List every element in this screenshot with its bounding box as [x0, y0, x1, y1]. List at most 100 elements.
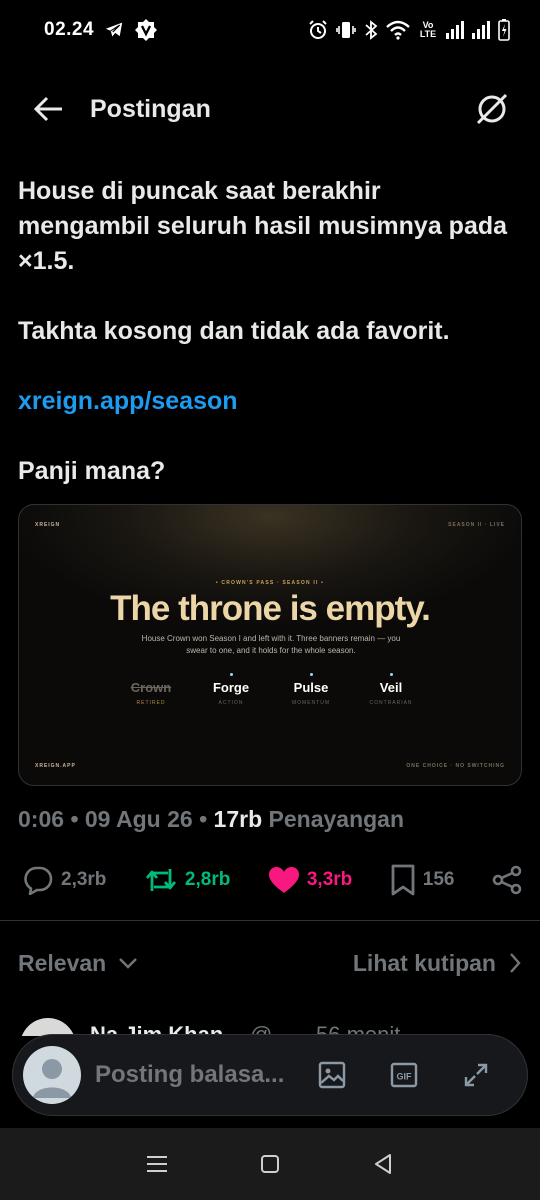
banner-crown: Crown RETIRED — [115, 673, 187, 723]
post-line-2: Takhta kosong dan tidak ada favorit. — [18, 317, 450, 345]
quotes-label: Lihat kutipan — [352, 949, 496, 976]
avatar — [23, 1046, 81, 1104]
signal-icon — [446, 21, 464, 39]
grok-icon — [475, 92, 509, 126]
views-count[interactable]: 17rb — [214, 806, 263, 832]
chevron-down-icon — [118, 956, 138, 970]
like-button[interactable]: 3,3rb — [268, 866, 352, 894]
media-footnote: ONE CHOICE · NO SWITCHING — [406, 763, 505, 769]
post-text: House di puncak saat berakhir mengambil … — [18, 174, 518, 524]
alarm-icon — [308, 20, 328, 40]
signal-icon — [472, 21, 490, 39]
repost-icon — [144, 865, 178, 895]
back-arrow-icon — [34, 96, 64, 122]
lte-bottom: LTE — [419, 29, 437, 39]
status-right: Vo LTE — [308, 19, 510, 41]
home-icon — [260, 1154, 280, 1174]
sort-label: Relevan — [18, 949, 107, 976]
lte-label: Vo LTE — [418, 21, 438, 39]
status-time: 02.24 — [44, 19, 95, 40]
like-count: 3,3rb — [306, 869, 353, 890]
bookmark-count: 156 — [422, 869, 455, 890]
view-quotes-button[interactable]: Lihat kutipan — [353, 950, 522, 977]
reply-count: 2,3rb — [61, 869, 107, 890]
post-date: 09 Agu 26 — [84, 806, 193, 832]
sort-relevance-button[interactable]: Relevan — [18, 950, 138, 977]
post-link[interactable]: xreign.app/season — [18, 384, 518, 419]
media-subtext: House Crown won Season I and left with i… — [141, 634, 401, 655]
header: Postingan — [0, 70, 540, 148]
bookmark-icon — [390, 864, 416, 896]
media-topbar: XREIGN SEASON II · LIVE — [19, 505, 521, 545]
svg-text:GIF: GIF — [397, 1072, 413, 1082]
divider — [0, 920, 540, 921]
reply-input[interactable]: Posting balasa... — [95, 1061, 311, 1089]
banner-list: Crown RETIRED Forge ACTION Pulse MOMENTU… — [115, 673, 427, 723]
vpn-icon — [134, 18, 158, 42]
expand-icon — [462, 1061, 490, 1089]
banner-pulse: Pulse MOMENTUM — [275, 673, 347, 723]
post-line-3: Panji mana? — [18, 457, 166, 485]
status-left: 02.24 — [44, 18, 158, 42]
bluetooth-icon — [364, 20, 378, 40]
reply-button[interactable]: 2,3rb — [22, 865, 106, 895]
post-line-1: House di puncak saat berakhir mengambil … — [18, 177, 508, 275]
banner-veil: Veil CONTRARIAN — [355, 673, 427, 723]
reply-composer[interactable]: Posting balasa... GIF — [12, 1034, 528, 1116]
back-nav-button[interactable] — [362, 1143, 404, 1185]
image-icon — [318, 1061, 346, 1089]
meta-separator: • — [199, 806, 214, 832]
share-icon — [492, 865, 522, 895]
media-kicker: • CROWN'S PASS · SEASON II • — [215, 580, 325, 586]
recents-button[interactable] — [136, 1143, 178, 1185]
home-button[interactable] — [249, 1143, 291, 1185]
banner-desc: RETIRED — [136, 700, 166, 706]
media-url: XREIGN.APP — [35, 763, 76, 769]
sort-row: Relevan Lihat kutipan — [18, 942, 522, 984]
vibrate-icon — [336, 20, 356, 40]
repost-button[interactable]: 2,8rb — [144, 865, 230, 895]
media-season-label: SEASON II · LIVE — [448, 522, 505, 528]
add-image-button[interactable] — [311, 1054, 353, 1096]
back-nav-icon — [373, 1153, 393, 1175]
post-time: 0:06 — [18, 806, 65, 832]
banner-dot — [389, 673, 393, 676]
action-bar: 2,3rb 2,8rb 3,3rb 156 — [22, 858, 522, 902]
banner-forge: Forge ACTION — [195, 673, 267, 723]
banner-dot — [150, 673, 153, 676]
page-title: Postingan — [90, 94, 211, 123]
composer-icons: GIF — [311, 1054, 497, 1096]
media-headline: The throne is empty. — [110, 589, 431, 628]
post-meta: 0:06 • 09 Agu 26 • 17rb Penayangan — [18, 806, 404, 833]
bookmark-button[interactable]: 156 — [390, 864, 455, 896]
banner-desc: CONTRARIAN — [369, 700, 413, 706]
views-label[interactable]: Penayangan — [269, 806, 405, 832]
share-button[interactable] — [492, 865, 522, 895]
media-brand: XREIGN — [35, 522, 61, 528]
back-button[interactable] — [30, 90, 68, 128]
recents-icon — [146, 1155, 168, 1173]
grok-button[interactable] — [472, 89, 512, 129]
repost-count: 2,8rb — [184, 869, 231, 890]
banner-name: Crown — [130, 680, 172, 695]
gif-icon: GIF — [390, 1061, 418, 1089]
telegram-icon — [104, 21, 124, 39]
media-card[interactable]: XREIGN SEASON II · LIVE • CROWN'S PASS ·… — [18, 504, 522, 786]
chevron-right-icon — [508, 952, 522, 974]
banner-dot — [229, 673, 233, 676]
expand-composer-button[interactable] — [455, 1054, 497, 1096]
status-bar: 02.24 Vo LTE — [0, 0, 540, 60]
heart-icon — [268, 866, 300, 894]
add-gif-button[interactable]: GIF — [383, 1054, 425, 1096]
banner-name: Veil — [379, 680, 403, 695]
meta-separator: • — [70, 806, 85, 832]
wifi-icon — [386, 20, 410, 40]
reply-preview[interactable]: Na Jim Khan @ 56 menit — [20, 1016, 520, 1036]
battery-icon — [498, 19, 510, 41]
media-bottombar: XREIGN.APP ONE CHOICE · NO SWITCHING — [19, 747, 521, 785]
banner-desc: MOMENTUM — [292, 700, 330, 706]
banner-dot — [309, 673, 313, 676]
banner-name: Forge — [212, 680, 250, 695]
reply-icon — [22, 865, 54, 895]
system-nav-bar — [0, 1128, 540, 1200]
